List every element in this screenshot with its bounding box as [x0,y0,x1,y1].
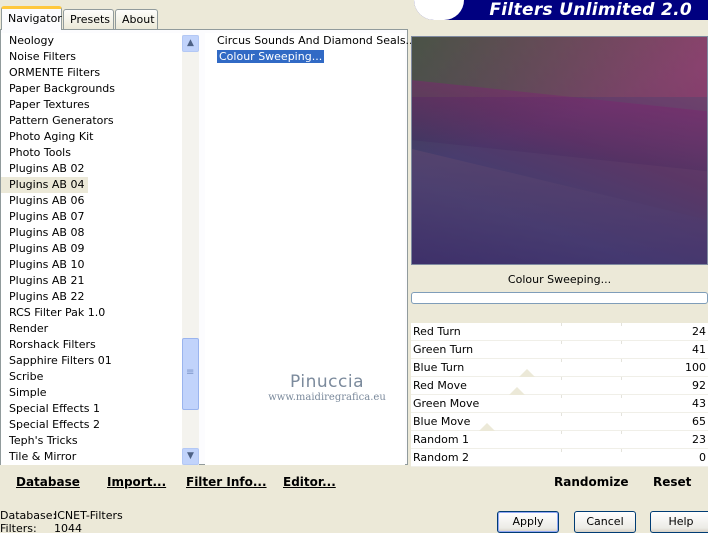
category-item[interactable]: Special Effects 2 [1,417,182,433]
category-item[interactable]: Rorshack Filters [1,337,182,353]
tab-strip: Navigator Presets About [0,0,400,30]
parameter-value: 65 [692,415,706,428]
category-list: Neology Noise Filters ORMENTE Filters Pa… [1,33,182,465]
category-item[interactable]: Plugins AB 06 [1,193,182,209]
category-item-selected[interactable]: Plugins AB 04 [1,177,89,193]
parameter-label: Red Turn [413,325,461,338]
category-item[interactable]: Noise Filters [1,49,182,65]
tab-navigator[interactable]: Navigator [1,6,62,30]
watermark-name: Pinuccia [290,372,364,392]
category-item[interactable]: Sapphire Filters 01 [1,353,182,369]
category-item[interactable]: Neology [1,33,182,49]
parameter-label: Blue Turn [413,361,465,374]
category-item[interactable]: Teph's Tricks [1,433,182,449]
filters-count-value: 1044 [54,522,82,533]
category-item[interactable]: Simple [1,385,182,401]
editor-button[interactable]: Editor... [283,475,336,489]
category-item[interactable]: Plugins AB 21 [1,273,182,289]
filters-count-label: Filters: [0,522,37,533]
parameter-row[interactable]: Blue Move 65 [411,413,708,431]
parameter-value: 0 [699,451,706,464]
right-action-bar: Randomize Reset [411,466,708,494]
scroll-thumb[interactable] [182,338,199,410]
app-title-banner: Filters Unlimited 2.0 [414,0,708,20]
category-item[interactable]: Special Effects 1 [1,401,182,417]
parameter-value: 23 [692,433,706,446]
left-action-bar: Database Import... Filter Info... Editor… [0,466,408,494]
parameter-row[interactable]: Green Turn 41 [411,341,708,359]
progress-bar [411,292,708,304]
slider-thumb-icon[interactable] [479,423,495,431]
category-item[interactable]: Scribe [1,369,182,385]
reset-button[interactable]: Reset [653,475,691,489]
app-title: Filters Unlimited 2.0 [489,0,692,20]
parameter-row[interactable]: Random 2 0 [411,449,708,467]
database-value: ICNET-Filters [54,509,123,522]
filter-item-selected[interactable]: Colour Sweeping... [205,49,405,65]
parameter-list: Red Turn 24 Green Turn 41 Blue Turn 100 … [411,323,708,467]
parameter-row[interactable]: Red Move 92 [411,377,708,395]
parameter-value: 43 [692,397,706,410]
help-button[interactable]: Help [650,511,708,533]
slider-thumb-icon[interactable] [509,387,525,395]
filter-item[interactable]: Circus Sounds And Diamond Seals... [205,33,416,49]
category-item[interactable]: Paper Backgrounds [1,81,182,97]
parameter-row[interactable]: Red Turn 24 [411,323,708,341]
category-item[interactable]: Plugins AB 10 [1,257,182,273]
category-item[interactable]: Plugins AB 08 [1,225,182,241]
category-item[interactable]: RCS Filter Pak 1.0 [1,305,182,321]
category-item[interactable]: Paper Textures [1,97,182,113]
category-item[interactable]: Plugins AB 02 [1,161,182,177]
parameter-value: 41 [692,343,706,356]
randomize-button[interactable]: Randomize [554,475,628,489]
category-item[interactable]: ORMENTE Filters [1,65,182,81]
database-label: Database: [0,509,57,522]
parameter-label: Green Move [413,397,480,410]
parameter-row[interactable]: Green Move 43 [411,395,708,413]
tab-about[interactable]: About [115,9,158,29]
parameter-row[interactable]: Blue Turn 100 [411,359,708,377]
category-scrollbar[interactable]: ▲ ▼ [182,35,199,465]
category-item[interactable]: Plugins AB 22 [1,289,182,305]
category-item[interactable]: Render [1,321,182,337]
parameter-value: 100 [685,361,706,374]
category-item[interactable]: Plugins AB 09 [1,241,182,257]
import-button[interactable]: Import... [107,475,166,489]
parameter-label: Random 1 [413,433,470,446]
parameter-label: Random 2 [413,451,470,464]
status-info: Database:ICNET-Filters Filters: 1044 [0,509,123,533]
database-button[interactable]: Database [16,475,80,489]
apply-button[interactable]: Apply [497,511,559,533]
category-item[interactable]: Tile & Mirror [1,449,182,465]
parameter-row[interactable]: Random 1 23 [411,431,708,449]
preview-image [411,36,708,265]
watermark: Pinuccia www.maidiregrafica.eu [262,372,392,403]
cancel-button[interactable]: Cancel [574,511,636,533]
parameter-label: Blue Move [413,415,471,428]
parameter-label: Red Move [413,379,467,392]
parameter-value: 92 [692,379,706,392]
preview-filter-name: Colour Sweeping... [507,273,612,286]
parameter-value: 24 [692,325,706,338]
watermark-url: www.maidiregrafica.eu [268,392,386,403]
scroll-down-icon[interactable]: ▼ [182,448,199,465]
category-item[interactable]: Pattern Generators [1,113,182,129]
slider-thumb-icon[interactable] [519,369,535,377]
parameter-label: Green Turn [413,343,474,356]
category-item[interactable]: Photo Aging Kit [1,129,182,145]
scroll-up-icon[interactable]: ▲ [182,35,199,52]
filter-info-button[interactable]: Filter Info... [186,475,267,489]
category-item[interactable]: Plugins AB 07 [1,209,182,225]
tab-presets[interactable]: Presets [63,9,114,29]
category-item[interactable]: Photo Tools [1,145,182,161]
